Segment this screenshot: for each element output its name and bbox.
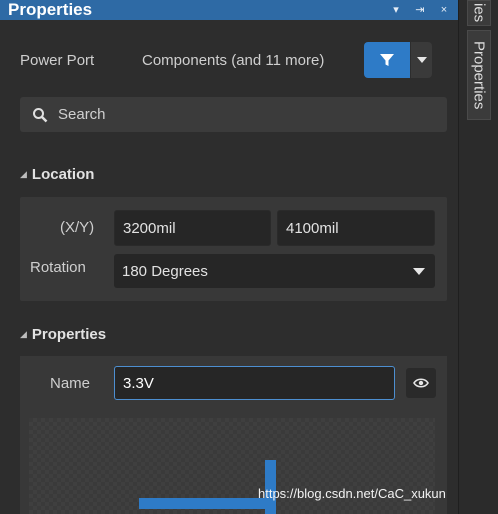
watermark: https://blog.csdn.net/CaC_xukun: [258, 486, 446, 501]
title-controls: ▾ ⇥ ×: [390, 1, 450, 19]
filter-icon: [380, 54, 394, 66]
dock-tab-partial-label: ies: [470, 3, 488, 23]
location-section: (X/Y) 3200mil 4100mil Rotation 180 Degre…: [20, 197, 447, 301]
object-kind: Power Port: [20, 51, 95, 69]
section-location-title: Location: [31, 166, 95, 183]
search-icon: [33, 107, 48, 122]
filter-button[interactable]: [364, 42, 410, 78]
section-properties-toggle[interactable]: ◢ Properties: [20, 326, 106, 343]
search-placeholder: Search: [58, 106, 106, 123]
section-properties-title: Properties: [31, 326, 107, 343]
collapse-triangle-icon: ◢: [20, 329, 27, 339]
panel-menu-icon[interactable]: ▾: [390, 1, 402, 19]
section-location-toggle[interactable]: ◢ Location: [20, 166, 94, 183]
filter-button-group: [364, 42, 432, 78]
rotation-label: Rotation: [30, 259, 86, 276]
collapse-triangle-icon: ◢: [20, 169, 27, 179]
dock-tab-properties-label: Properties: [470, 40, 488, 110]
close-icon[interactable]: ×: [438, 1, 450, 19]
panel-title: Properties: [8, 0, 93, 19]
panel-title-bar: Properties ▾ ⇥ ×: [0, 0, 458, 20]
x-field[interactable]: 3200mil: [114, 210, 271, 246]
chevron-down-icon: [413, 268, 425, 275]
name-label: Name: [50, 375, 91, 392]
dock-tab-properties[interactable]: Properties: [467, 30, 491, 120]
rotation-value: 180 Degrees: [122, 262, 208, 280]
pin-icon[interactable]: ⇥: [414, 1, 426, 19]
dock-tab-partial[interactable]: ies: [467, 0, 491, 26]
properties-panel: Properties ▾ ⇥ × Power Port Components (…: [0, 0, 458, 514]
name-field[interactable]: 3.3V: [114, 366, 395, 400]
chevron-down-icon: [416, 57, 427, 63]
rotation-select[interactable]: 180 Degrees: [114, 254, 435, 288]
filter-dropdown-button[interactable]: [411, 42, 432, 78]
search-input[interactable]: Search: [20, 97, 447, 132]
name-value: 3.3V: [123, 374, 154, 392]
x-value: 3200mil: [123, 219, 176, 237]
eye-icon: [413, 378, 429, 388]
power-port-symbol-lead: [139, 498, 267, 509]
xy-label: (X/Y): [60, 219, 95, 236]
selection-header: Power Port Components (and 11 more): [20, 42, 432, 78]
right-panel-dock: ies Properties: [458, 0, 498, 514]
visibility-toggle[interactable]: [406, 368, 436, 398]
y-field[interactable]: 4100mil: [277, 210, 435, 246]
y-value: 4100mil: [286, 219, 339, 237]
